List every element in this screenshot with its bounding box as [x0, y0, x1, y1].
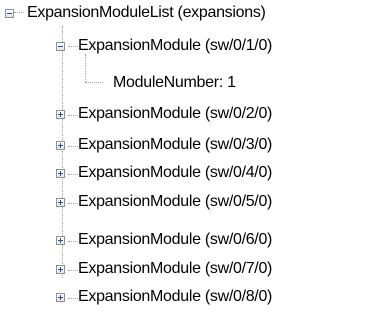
tree-node-label: ExpansionModule (sw/0/5/0) — [78, 193, 273, 210]
tree-node-module-7[interactable]: ExpansionModule (sw/0/7/0) — [56, 256, 364, 282]
tree-node-module-6[interactable]: ExpansionModule (sw/0/6/0) — [56, 227, 364, 253]
expand-plus-icon[interactable] — [56, 265, 65, 274]
tree-node-label: ExpansionModule (sw/0/6/0) — [78, 231, 273, 248]
tree-node-label: ExpansionModule (sw/0/7/0) — [78, 260, 273, 277]
expand-plus-icon[interactable] — [56, 198, 65, 207]
tree-node-module-8[interactable]: ExpansionModule (sw/0/8/0) — [56, 284, 364, 310]
tree-node-label: ExpansionModule (sw/0/1/0) — [78, 37, 273, 54]
expand-plus-icon[interactable] — [56, 141, 65, 150]
tree-node-label: ExpansionModule (sw/0/8/0) — [78, 288, 273, 305]
expand-plus-icon[interactable] — [56, 293, 65, 302]
leaf-connector-line — [85, 82, 103, 83]
tree-node-root[interactable]: ExpansionModuleList (expansions) — [5, 0, 365, 26]
expand-plus-icon[interactable] — [56, 169, 65, 178]
tree-node-module-2[interactable]: ExpansionModule (sw/0/2/0) — [56, 101, 364, 127]
tree-node-label: ExpansionModuleList (expansions) — [27, 4, 266, 21]
expand-plus-icon[interactable] — [56, 236, 65, 245]
tree-node-module-4[interactable]: ExpansionModule (sw/0/4/0) — [56, 160, 364, 186]
collapse-minus-icon[interactable] — [56, 42, 65, 51]
collapse-minus-icon[interactable] — [5, 9, 14, 18]
tree-node-label: ExpansionModule (sw/0/4/0) — [78, 164, 273, 181]
tree-node-module-5[interactable]: ExpansionModule (sw/0/5/0) — [56, 189, 364, 215]
tree-node-label: ExpansionModule (sw/0/2/0) — [78, 105, 273, 122]
expand-plus-icon[interactable] — [56, 110, 65, 119]
tree-node-module-number[interactable]: ModuleNumber: 1 — [105, 70, 305, 96]
tree-node-label: ExpansionModule (sw/0/3/0) — [78, 136, 273, 153]
tree-view[interactable]: ExpansionModuleList (expansions) Expansi… — [0, 0, 366, 321]
tree-node-label: ModuleNumber: 1 — [113, 74, 236, 91]
tree-node-module-1[interactable]: ExpansionModule (sw/0/1/0) — [56, 33, 364, 59]
tree-node-module-3[interactable]: ExpansionModule (sw/0/3/0) — [56, 132, 364, 158]
